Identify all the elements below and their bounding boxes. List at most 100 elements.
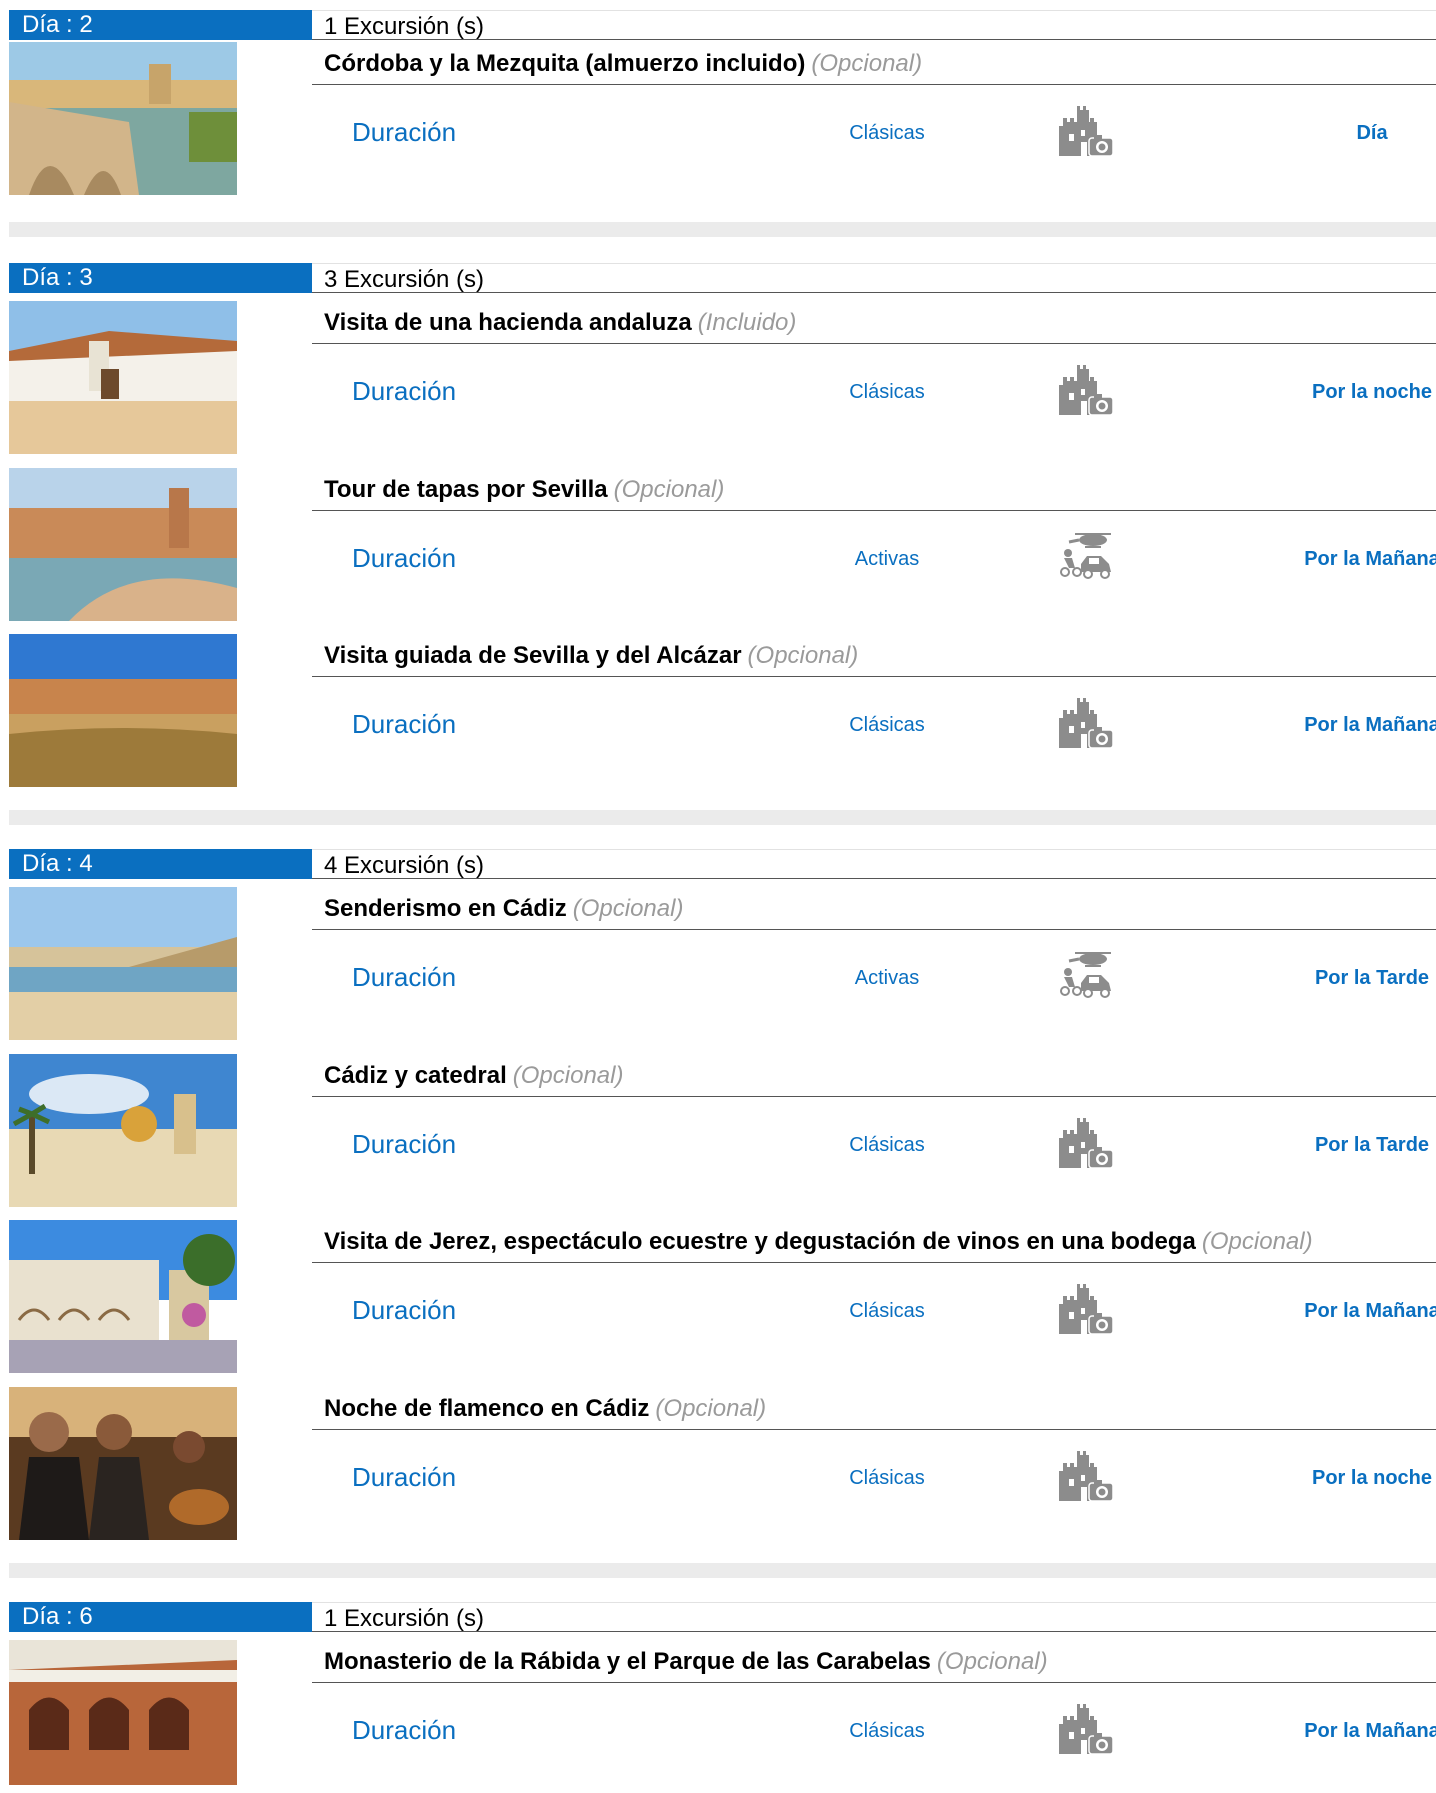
excursion-count: 1 Excursión (s) (312, 1602, 1436, 1632)
excursion-count: 1 Excursión (s) (312, 10, 1436, 40)
time-of-day: Por la Mañana (1304, 1720, 1436, 1742)
excursion-row[interactable]: Visita de Jerez, espectáculo ecuestre y … (9, 1220, 1436, 1373)
section-separator (9, 810, 1436, 825)
excursion-tag: (Opcional) (811, 50, 923, 77)
duration-label: Duración (352, 1462, 457, 1492)
excursion-thumbnail[interactable] (9, 468, 237, 621)
excursion-name[interactable]: Visita guiada de Sevilla y del Alcázar (324, 642, 742, 669)
excursion-title[interactable]: Noche de flamenco en Cádiz (Opcional) (312, 1387, 1436, 1430)
excursion-thumbnail[interactable] (9, 42, 237, 195)
excursion-thumbnail[interactable] (9, 634, 237, 787)
time-of-day: Por la noche (1311, 381, 1433, 403)
excursion-title[interactable]: Visita de una hacienda andaluza (Incluido… (312, 301, 1436, 344)
excursion-row[interactable]: Senderismo en Cádiz (Opcional) Duración A… (9, 887, 1436, 1040)
castle-camera-icon (1058, 1283, 1114, 1335)
duration-label: Duración (352, 1129, 457, 1159)
day-label: Día : 2 (9, 10, 312, 40)
time-of-day: Por la noche (1311, 1467, 1433, 1489)
excursion-name[interactable]: Tour de tapas por Sevilla (324, 476, 608, 503)
day-label: Día : 6 (9, 1602, 312, 1632)
excursion-thumbnail[interactable] (9, 301, 237, 454)
castle-camera-icon (1058, 1703, 1114, 1755)
excursion-tag: (Opcional) (572, 895, 684, 922)
excursion-name[interactable]: Córdoba y la Mezquita (almuerzo incluido… (324, 50, 805, 77)
excursion-row[interactable]: Monasterio de la Rábida y el Parque de l… (9, 1640, 1436, 1793)
excursion-tag: (Opcional) (1201, 1228, 1313, 1255)
duration-label: Duración (352, 1295, 457, 1325)
duration-label: Duración (352, 962, 457, 992)
excursion-tag: (Opcional) (747, 642, 859, 669)
excursion-name[interactable]: Senderismo en Cádiz (324, 895, 567, 922)
duration-label: Duración (352, 543, 457, 573)
category-label: Clásicas (849, 1467, 925, 1489)
excursion-count: 3 Excursión (s) (312, 263, 1436, 293)
duration-label: Duración (352, 1715, 457, 1745)
excursion-info: Duración Activas Por la Tarde (312, 931, 1436, 1026)
time-of-day: Por la Mañana (1304, 1300, 1436, 1322)
excursion-info: Duración Clásicas Por la Tarde (312, 1098, 1436, 1193)
day-label: Día : 3 (9, 263, 312, 293)
excursion-thumbnail[interactable] (9, 1387, 237, 1540)
excursion-info: Duración Clásicas Día (312, 86, 1436, 181)
excursion-thumbnail[interactable] (9, 1220, 237, 1373)
time-of-day: Día (1356, 122, 1388, 144)
duration-label: Duración (352, 117, 457, 147)
excursion-row[interactable]: Cádiz y catedral (Opcional) Duración Clás… (9, 1054, 1436, 1207)
category-label: Clásicas (849, 1134, 925, 1156)
excursion-count: 4 Excursión (s) (312, 849, 1436, 879)
time-of-day: Por la Mañana (1304, 548, 1436, 570)
time-of-day: Por la Tarde (1314, 967, 1430, 989)
excursion-name[interactable]: Visita de una hacienda andaluza (324, 309, 692, 336)
excursion-info: Duración Activas Por la Mañana (312, 512, 1436, 607)
day-label: Día : 4 (9, 849, 312, 879)
active-sports-icon (1059, 951, 1113, 999)
castle-camera-icon (1058, 105, 1114, 157)
castle-camera-icon (1058, 697, 1114, 749)
excursion-tag: (Opcional) (512, 1062, 624, 1089)
excursion-info: Duración Clásicas Por la Mañana (312, 1264, 1436, 1359)
excursion-thumbnail[interactable] (9, 1054, 237, 1207)
excursion-info: Duración Clásicas Por la Mañana (312, 678, 1436, 773)
excursion-thumbnail[interactable] (9, 1640, 237, 1785)
time-of-day: Por la Mañana (1304, 714, 1436, 736)
category-label: Clásicas (849, 1300, 925, 1322)
castle-camera-icon (1058, 1450, 1114, 1502)
excursion-row[interactable]: Visita de una hacienda andaluza (Incluido… (9, 301, 1436, 454)
excursion-tag: (Opcional) (936, 1648, 1048, 1675)
excursion-row[interactable]: Visita guiada de Sevilla y del Alcázar (O… (9, 634, 1436, 787)
duration-label: Duración (352, 709, 457, 739)
category-label: Clásicas (849, 1720, 925, 1742)
category-label: Clásicas (849, 714, 925, 736)
excursion-tag: (Opcional) (613, 476, 725, 503)
excursion-title[interactable]: Tour de tapas por Sevilla (Opcional) (312, 468, 1436, 511)
duration-label: Duración (352, 376, 457, 406)
excursion-title[interactable]: Visita guiada de Sevilla y del Alcázar (O… (312, 634, 1436, 677)
excursion-info: Duración Clásicas Por la noche (312, 1431, 1436, 1526)
excursion-row[interactable]: Noche de flamenco en Cádiz (Opcional) Dur… (9, 1387, 1436, 1540)
section-separator (9, 1563, 1436, 1578)
excursion-title[interactable]: Visita de Jerez, espectáculo ecuestre y … (312, 1220, 1436, 1263)
excursion-title[interactable]: Córdoba y la Mezquita (almuerzo incluido… (312, 42, 1436, 85)
time-of-day: Por la Tarde (1314, 1134, 1430, 1156)
excursion-row[interactable]: Córdoba y la Mezquita (almuerzo incluido… (9, 42, 1436, 195)
castle-camera-icon (1058, 1117, 1114, 1169)
excursion-title[interactable]: Senderismo en Cádiz (Opcional) (312, 887, 1436, 930)
category-label: Clásicas (849, 381, 925, 403)
excursion-name[interactable]: Visita de Jerez, espectáculo ecuestre y … (324, 1228, 1196, 1255)
excursion-name[interactable]: Monasterio de la Rábida y el Parque de l… (324, 1648, 931, 1675)
excursion-title[interactable]: Cádiz y catedral (Opcional) (312, 1054, 1436, 1097)
castle-camera-icon (1058, 364, 1114, 416)
excursion-title[interactable]: Monasterio de la Rábida y el Parque de l… (312, 1640, 1436, 1683)
excursion-name[interactable]: Noche de flamenco en Cádiz (324, 1395, 649, 1422)
section-separator (9, 222, 1436, 237)
excursion-info: Duración Clásicas Por la noche (312, 345, 1436, 440)
category-label: Clásicas (849, 122, 925, 144)
excursion-name[interactable]: Cádiz y catedral (324, 1062, 507, 1089)
excursion-thumbnail[interactable] (9, 887, 237, 1040)
category-label: Activas (854, 967, 920, 989)
excursion-info: Duración Clásicas Por la Mañana (312, 1684, 1436, 1779)
active-sports-icon (1059, 532, 1113, 580)
excursion-tag: (Incluido) (697, 309, 797, 336)
excursion-tag: (Opcional) (655, 1395, 767, 1422)
excursion-row[interactable]: Tour de tapas por Sevilla (Opcional) Dura… (9, 468, 1436, 621)
